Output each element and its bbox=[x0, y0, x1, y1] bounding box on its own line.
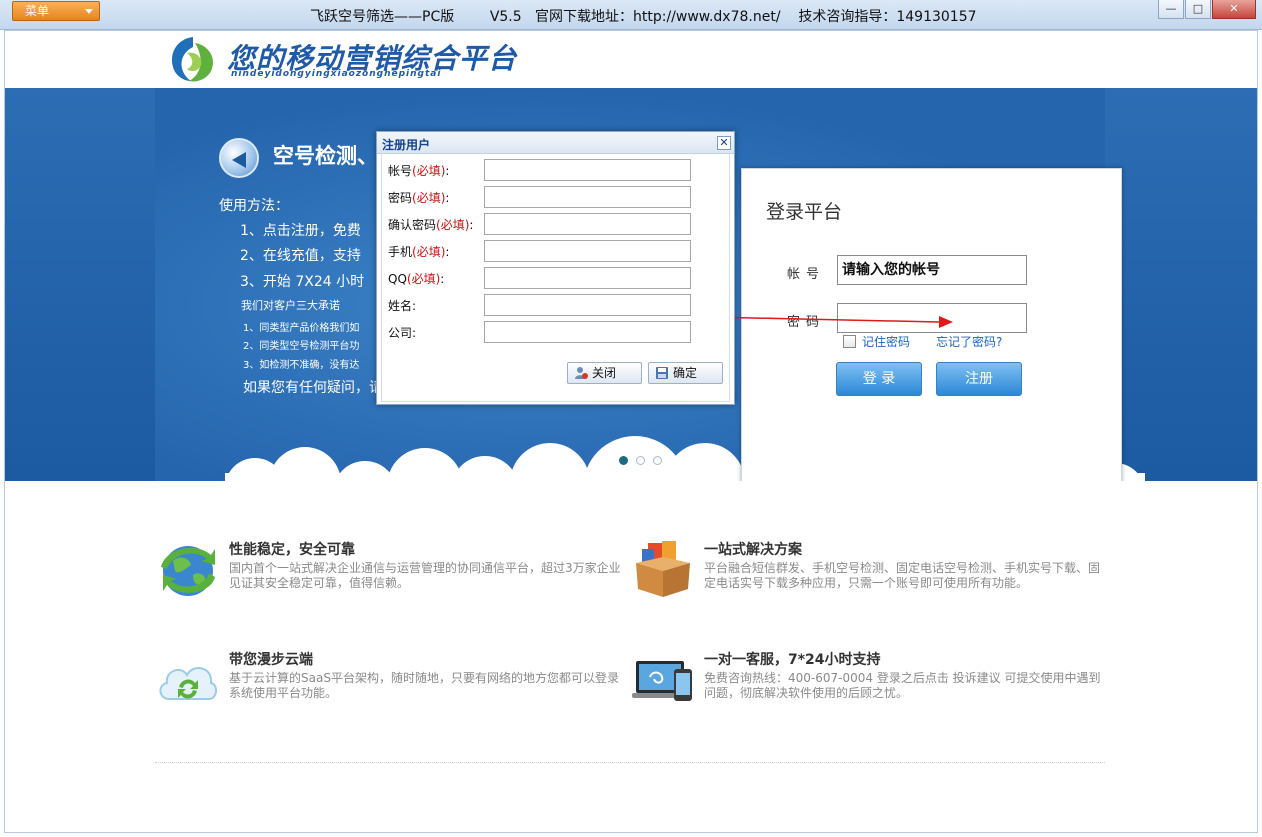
window-controls: — □ ✕ bbox=[1157, 0, 1256, 20]
field-label-phone: 手机(必填): bbox=[388, 245, 450, 259]
feature-item: 一对一客服，7*24小时支持 免费咨询热线：400-607-0004 登录之后点… bbox=[630, 649, 1100, 713]
carousel-dot[interactable] bbox=[619, 456, 628, 465]
field-label-password: 密码(必填): bbox=[388, 191, 450, 205]
dialog-body: 帐号(必填): 密码(必填): 确认密码(必填): 手机(必填): QQ(必填)… bbox=[381, 154, 730, 402]
minimize-button[interactable]: — bbox=[1158, 0, 1184, 19]
feature-title: 性能稳定，安全可靠 bbox=[229, 542, 355, 558]
carousel-dot[interactable] bbox=[653, 456, 662, 465]
dialog-header: 注册用户 ✕ bbox=[377, 132, 734, 154]
remember-password[interactable]: 记住密码 bbox=[843, 333, 910, 350]
confirm-password-field[interactable] bbox=[484, 213, 691, 235]
footer-divider bbox=[155, 762, 1105, 763]
menu-button[interactable]: 菜单 bbox=[12, 1, 100, 21]
globe-icon bbox=[161, 546, 215, 596]
account-field[interactable] bbox=[484, 159, 691, 181]
box-icon bbox=[636, 541, 690, 597]
field-label-name: 姓名: bbox=[388, 299, 417, 313]
maximize-button[interactable]: □ bbox=[1185, 0, 1211, 19]
feature-desc: 免费咨询热线：400-607-0004 登录之后点击 投诉建议 可提交使用中遇到… bbox=[704, 671, 1101, 700]
register-button[interactable]: 注册 bbox=[936, 362, 1022, 396]
feature-desc: 平台融合短信群发、手机空号检测、固定电话空号检测、手机实号下载、固定电话实号下载… bbox=[704, 561, 1101, 590]
phone-field[interactable] bbox=[484, 240, 691, 262]
dialog-close-icon[interactable]: ✕ bbox=[717, 136, 731, 150]
logo-icon bbox=[171, 37, 214, 82]
cloud-icon bbox=[159, 667, 217, 700]
login-button[interactable]: 登 录 bbox=[836, 362, 922, 396]
account-input[interactable]: 请输入您的帐号 bbox=[837, 255, 1027, 285]
feature-item: 一站式解决方案 平台融合短信群发、手机空号检测、固定电话空号检测、手机实号下载、… bbox=[630, 539, 1100, 603]
dialog-confirm-label: 确定 bbox=[673, 366, 698, 380]
login-title: 登录平台 bbox=[766, 201, 843, 223]
field-label-qq: QQ(必填): bbox=[388, 272, 445, 286]
feature-title: 一对一客服，7*24小时支持 bbox=[704, 652, 881, 668]
site-header: 您的移动营销综合平台 nindeyidongyingxiaozongheping… bbox=[5, 31, 1257, 88]
qq-field[interactable] bbox=[484, 267, 691, 289]
feature-desc: 基于云计算的SaaS平台架构，随时随地，只要有网络的地方您都可以登录系统使用平台… bbox=[229, 671, 619, 700]
app-frame: 您的移动营销综合平台 nindeyidongyingxiaozongheping… bbox=[4, 30, 1258, 833]
devices-icon bbox=[632, 661, 692, 701]
user-icon bbox=[575, 367, 588, 379]
window-titlebar: 菜单 飞跃空号筛选——PC版 V5.5 官网下载地址：http://www.dx… bbox=[0, 0, 1262, 30]
name-field[interactable] bbox=[484, 294, 691, 316]
close-window-button[interactable]: ✕ bbox=[1212, 0, 1256, 19]
forgot-password-link[interactable]: 忘记了密码? bbox=[936, 333, 1002, 350]
save-icon bbox=[656, 367, 668, 379]
register-dialog: 注册用户 ✕ 帐号(必填): 密码(必填): 确认密码(必填): 手机(必填):… bbox=[376, 131, 735, 405]
dialog-title: 注册用户 bbox=[382, 138, 431, 152]
company-field[interactable] bbox=[484, 321, 691, 343]
feature-item: 带您漫步云端 基于云计算的SaaS平台架构，随时随地，只要有网络的地方您都可以登… bbox=[155, 649, 625, 713]
feature-desc: 国内首个一站式解决企业通信与运营管理的协同通信平台，超过3万家企业见证其安全稳定… bbox=[229, 561, 621, 590]
field-label-company: 公司: bbox=[388, 326, 417, 340]
arrow-icon bbox=[707, 316, 953, 328]
remember-checkbox[interactable] bbox=[843, 335, 856, 348]
account-label: 帐号 bbox=[787, 267, 826, 282]
dialog-close-button[interactable]: 关闭 bbox=[567, 362, 642, 384]
chevron-down-icon bbox=[85, 9, 93, 14]
password-field[interactable] bbox=[484, 186, 691, 208]
logo-subtext: nindeyidongyingxiaozonghepingtai bbox=[231, 69, 442, 79]
remember-label: 记住密码 bbox=[862, 335, 911, 349]
feature-title: 带您漫步云端 bbox=[229, 652, 313, 668]
carousel-dots bbox=[619, 456, 662, 465]
dialog-confirm-button[interactable]: 确定 bbox=[648, 362, 723, 384]
carousel-dot[interactable] bbox=[636, 456, 645, 465]
field-label-account: 帐号(必填): bbox=[388, 164, 450, 178]
field-label-confirm-password: 确认密码(必填): bbox=[388, 218, 474, 232]
feature-item: 性能稳定，安全可靠 国内首个一站式解决企业通信与运营管理的协同通信平台，超过3万… bbox=[155, 539, 625, 603]
feature-title: 一站式解决方案 bbox=[704, 542, 802, 558]
menu-button-label: 菜单 bbox=[25, 4, 50, 18]
dialog-close-label: 关闭 bbox=[592, 366, 617, 380]
window-title: 飞跃空号筛选——PC版 V5.5 官网下载地址：http://www.dx78.… bbox=[310, 9, 977, 25]
